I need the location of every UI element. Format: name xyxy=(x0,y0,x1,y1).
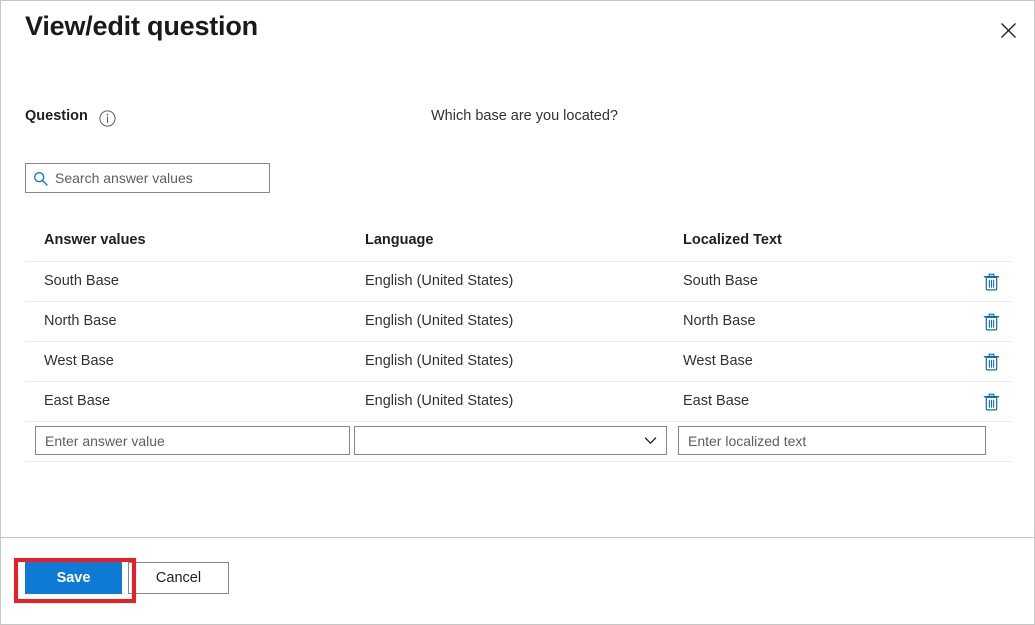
new-answer-value-input[interactable] xyxy=(35,426,350,455)
search-icon xyxy=(33,171,48,186)
cell-language: English (United States) xyxy=(365,273,513,289)
view-edit-question-dialog: View/edit question Question Which base a… xyxy=(0,0,1035,625)
cell-localized-text: East Base xyxy=(683,393,749,409)
column-header-answer-values: Answer values xyxy=(44,232,146,248)
new-answer-entry-row xyxy=(25,422,1012,462)
cell-localized-text: North Base xyxy=(683,313,756,329)
new-language-select[interactable] xyxy=(354,426,667,455)
cell-answer-value: North Base xyxy=(44,313,117,329)
cell-answer-value: East Base xyxy=(44,393,110,409)
question-label: Question xyxy=(25,108,88,124)
delete-row-button[interactable] xyxy=(978,270,1004,294)
cell-language: English (United States) xyxy=(365,313,513,329)
table-row: North Base English (United States) North… xyxy=(25,302,1012,342)
trash-icon xyxy=(983,393,1000,411)
table-header-row: Answer values Language Localized Text xyxy=(25,223,1012,262)
cancel-button[interactable]: Cancel xyxy=(128,562,229,594)
search-input[interactable] xyxy=(55,164,262,192)
new-localized-text-input[interactable] xyxy=(678,426,986,455)
close-button[interactable] xyxy=(990,13,1026,47)
cell-localized-text: West Base xyxy=(683,353,753,369)
column-header-language: Language xyxy=(365,232,433,248)
delete-row-button[interactable] xyxy=(978,390,1004,414)
save-button[interactable]: Save xyxy=(25,562,122,594)
cell-language: English (United States) xyxy=(365,393,513,409)
page-title: View/edit question xyxy=(25,11,258,42)
cell-answer-value: South Base xyxy=(44,273,119,289)
table-row: West Base English (United States) West B… xyxy=(25,342,1012,382)
trash-icon xyxy=(983,313,1000,331)
trash-icon xyxy=(983,273,1000,291)
delete-row-button[interactable] xyxy=(978,350,1004,374)
cell-language: English (United States) xyxy=(365,353,513,369)
table-row: South Base English (United States) South… xyxy=(25,262,1012,302)
column-header-localized-text: Localized Text xyxy=(683,232,782,248)
cell-localized-text: South Base xyxy=(683,273,758,289)
dialog-header: View/edit question xyxy=(1,1,1034,63)
trash-icon xyxy=(983,353,1000,371)
question-row: Question Which base are you located? xyxy=(1,105,1034,133)
cell-answer-value: West Base xyxy=(44,353,114,369)
delete-row-button[interactable] xyxy=(978,310,1004,334)
close-icon xyxy=(1000,22,1017,39)
dialog-footer: Save Cancel xyxy=(1,537,1034,624)
info-icon[interactable] xyxy=(99,110,116,127)
question-text: Which base are you located? xyxy=(431,108,618,124)
table-row: East Base English (United States) East B… xyxy=(25,382,1012,422)
answer-values-table: Answer values Language Localized Text So… xyxy=(25,223,1012,462)
search-box[interactable] xyxy=(25,163,270,193)
chevron-down-icon xyxy=(644,434,657,447)
